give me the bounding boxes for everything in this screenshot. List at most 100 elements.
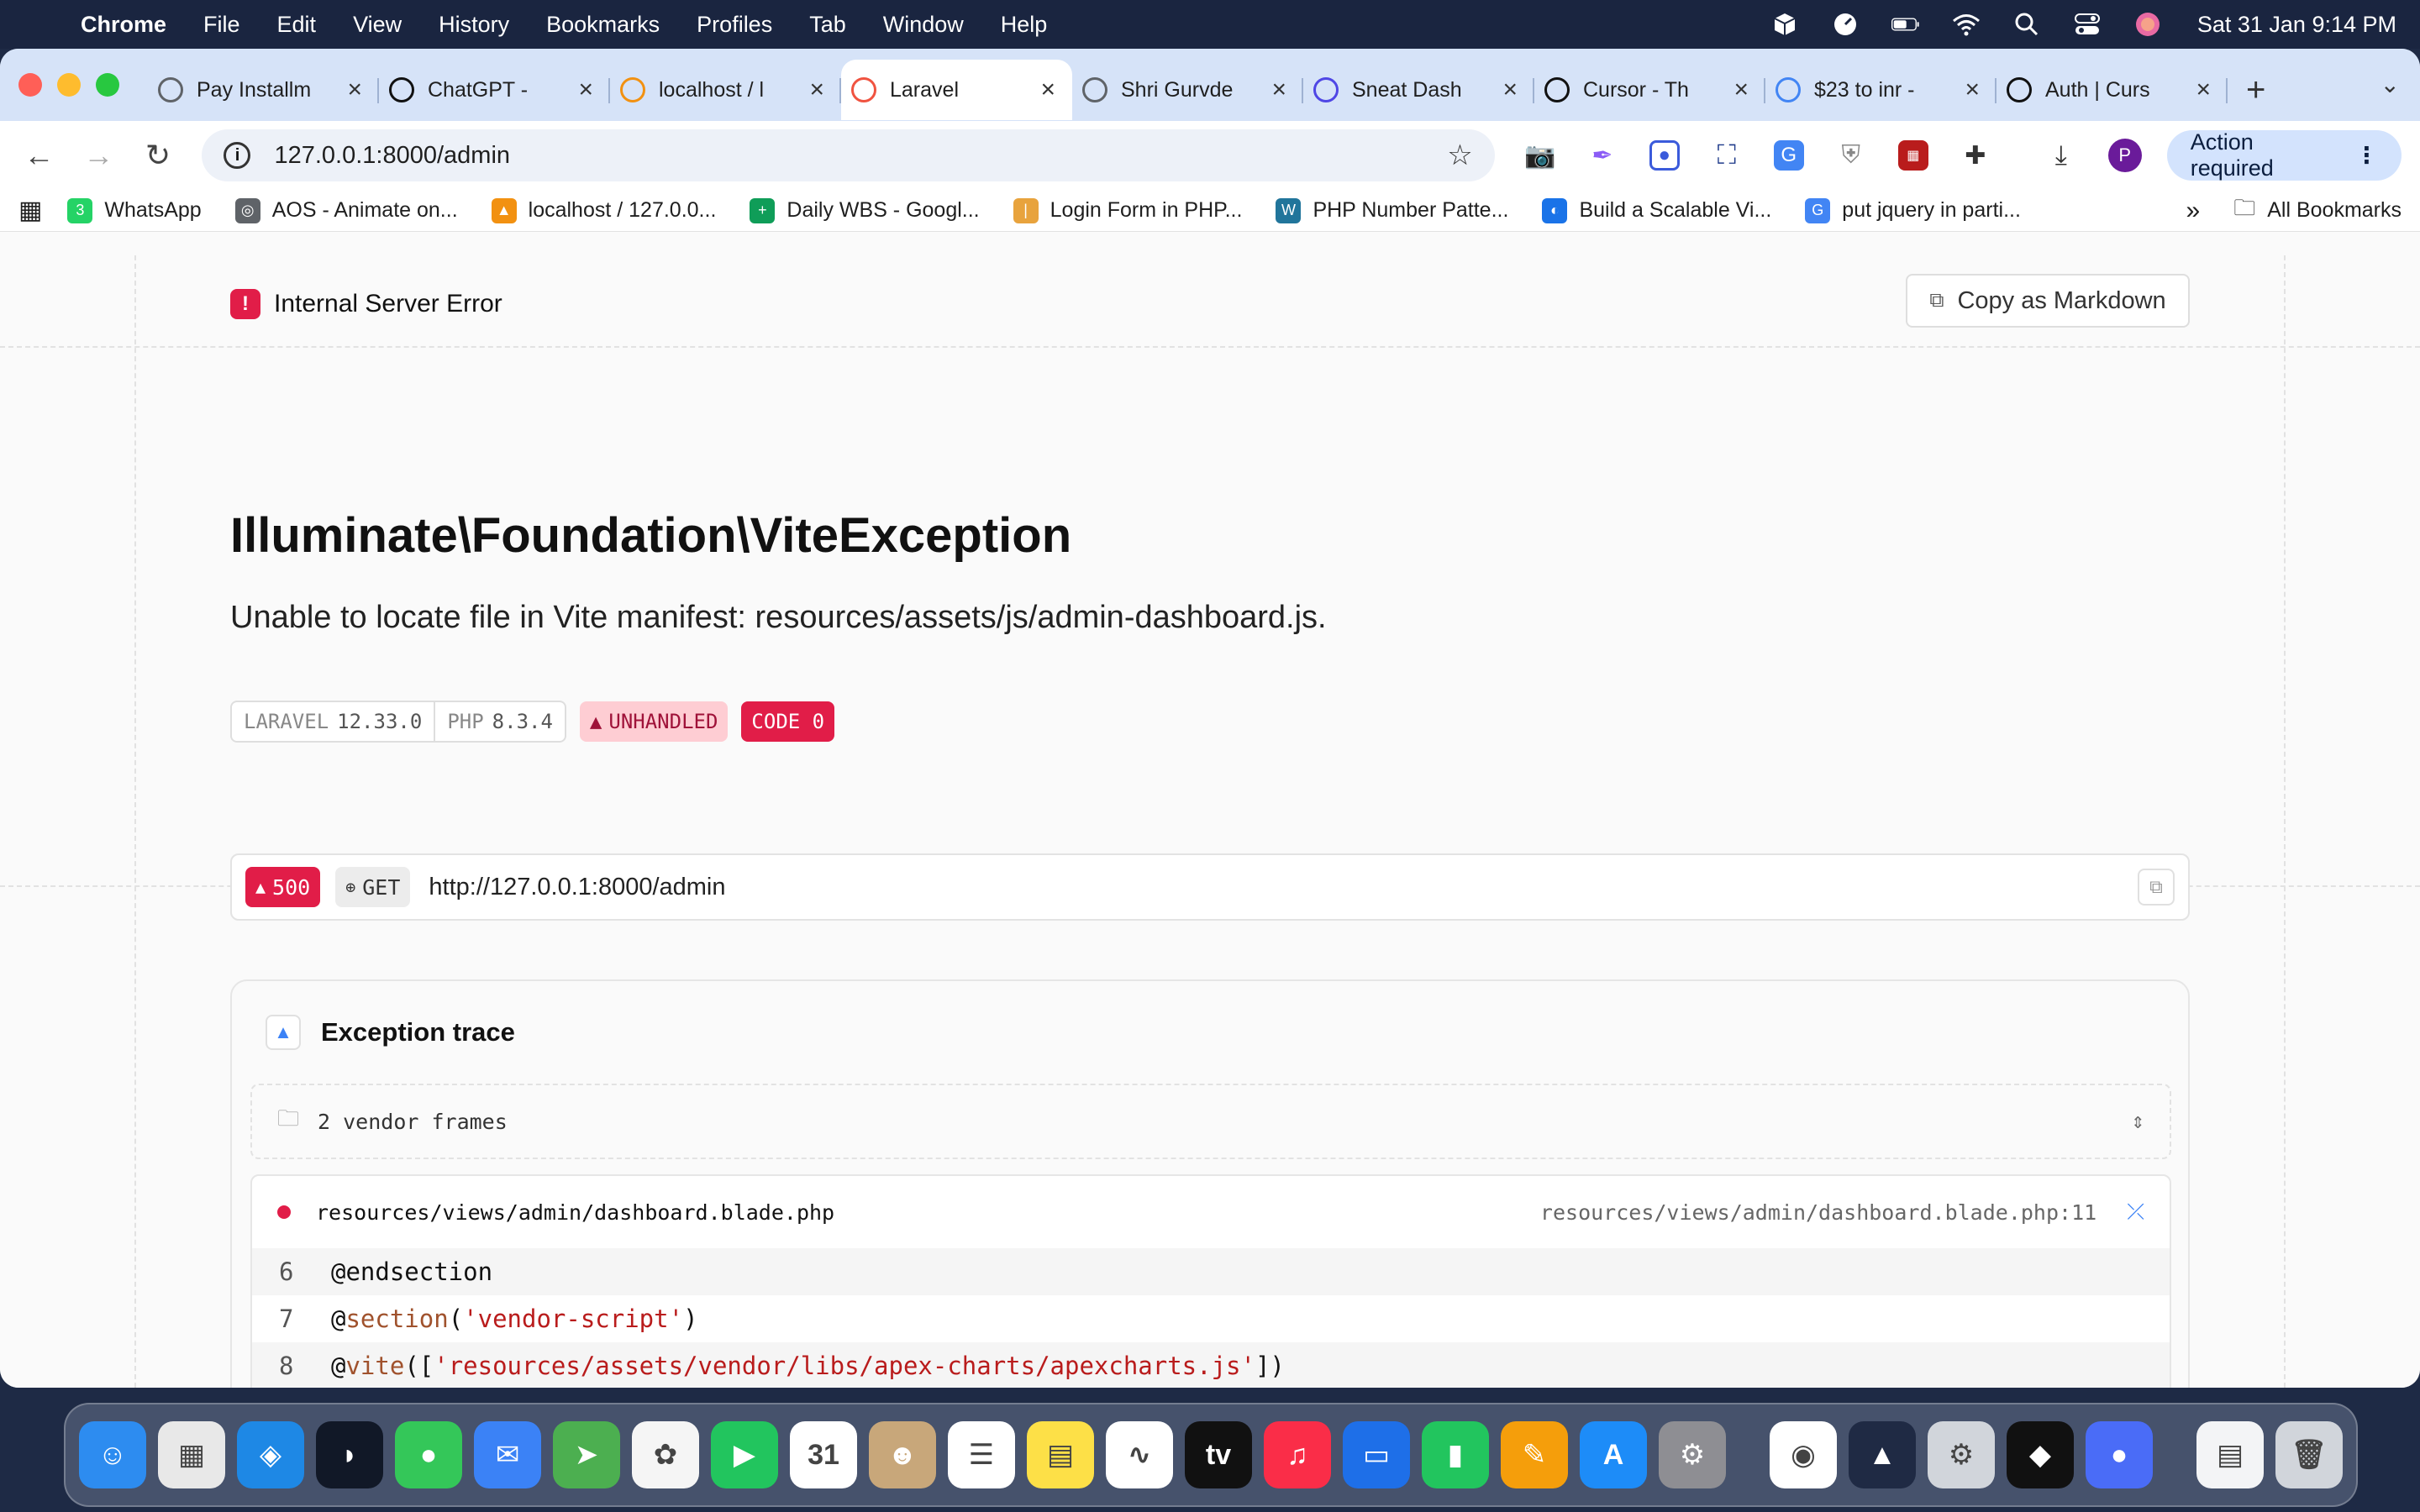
bookmark-star-icon[interactable]: ☆: [1447, 139, 1472, 172]
stack-frame-header[interactable]: resources/views/admin/dashboard.blade.ph…: [252, 1176, 2170, 1248]
back-button[interactable]: ←: [18, 138, 60, 173]
notes-icon[interactable]: ▤: [1027, 1421, 1094, 1488]
address-bar-url[interactable]: 127.0.0.1:8000/admin: [274, 142, 1447, 170]
new-tab-button[interactable]: +: [2246, 71, 2265, 109]
tab-close-icon[interactable]: ×: [809, 76, 824, 104]
tab-close-icon[interactable]: ×: [1965, 76, 1980, 104]
zoom-window-button[interactable]: [96, 73, 119, 97]
translate-extension-icon[interactable]: G: [1773, 140, 1804, 171]
tab-2[interactable]: localhost / l ×: [610, 60, 841, 120]
launchpad-icon[interactable]: ▦: [158, 1421, 225, 1488]
affinity-icon[interactable]: ▲: [1849, 1421, 1916, 1488]
tab-close-icon[interactable]: ×: [347, 76, 362, 104]
pen-extension-icon[interactable]: ✒: [1587, 140, 1618, 171]
music-icon[interactable]: ♫: [1264, 1421, 1331, 1488]
speedometer-icon[interactable]: [1831, 12, 1860, 37]
bookmark-item[interactable]: 3 WhatsApp: [67, 197, 202, 223]
profile-avatar[interactable]: P: [2107, 139, 2142, 172]
cursor-app-icon[interactable]: ◗: [316, 1421, 383, 1488]
tab-4[interactable]: Shri Gurvde ×: [1072, 60, 1303, 120]
menu-file[interactable]: File: [203, 12, 240, 38]
tab-5[interactable]: Sneat Dash ×: [1303, 60, 1534, 120]
utility-icon[interactable]: ⚙: [1928, 1421, 1995, 1488]
address-bar[interactable]: i 127.0.0.1:8000/admin ☆: [202, 129, 1495, 181]
tab-close-icon[interactable]: ×: [1271, 76, 1286, 104]
screenshot-extension-icon[interactable]: ⛶: [1712, 139, 1742, 171]
maps-icon[interactable]: ➤: [553, 1421, 620, 1488]
pages-icon[interactable]: ✎: [1501, 1421, 1568, 1488]
menu-history[interactable]: History: [439, 12, 509, 38]
contacts-icon[interactable]: ☻: [869, 1421, 936, 1488]
tab-3[interactable]: Laravel ×: [841, 60, 1072, 120]
forward-button[interactable]: →: [78, 138, 119, 173]
tab-0[interactable]: Pay Installm ×: [148, 60, 379, 120]
bookmark-item[interactable]: W PHP Number Patte...: [1276, 197, 1508, 223]
shield-extension-icon[interactable]: ⛨: [1836, 140, 1866, 171]
downloads-icon[interactable]: ⤓: [2046, 139, 2076, 171]
finder-icon[interactable]: ☺: [79, 1421, 146, 1488]
bookmark-item[interactable]: ◎ AOS - Animate on...: [234, 197, 458, 223]
site-info-icon[interactable]: i: [224, 142, 251, 169]
menu-help[interactable]: Help: [1001, 12, 1048, 38]
box-app-icon[interactable]: [1770, 12, 1799, 37]
menu-app-name[interactable]: Chrome: [81, 12, 166, 38]
menu-profiles[interactable]: Profiles: [697, 12, 772, 38]
chrome-icon[interactable]: ◉: [1770, 1421, 1837, 1488]
calendar-extension-icon[interactable]: ▦: [1897, 140, 1928, 171]
all-bookmarks-folder[interactable]: 🗀 All Bookmarks: [2233, 192, 2402, 229]
expand-chevron-icon[interactable]: ⇕: [2131, 1109, 2144, 1134]
tab-6[interactable]: Cursor - Th ×: [1534, 60, 1765, 120]
copy-as-markdown-button[interactable]: ⧉ Copy as Markdown: [1906, 274, 2190, 328]
keynote-icon[interactable]: ▭: [1343, 1421, 1410, 1488]
db-app-icon[interactable]: ●: [2086, 1421, 2153, 1488]
app-store-icon[interactable]: A: [1580, 1421, 1647, 1488]
siri-icon[interactable]: [2133, 12, 2162, 37]
battery-icon[interactable]: [1891, 12, 1920, 37]
bookmark-item[interactable]: Gput jquery in parti...: [1805, 197, 2021, 223]
menu-tab[interactable]: Tab: [809, 12, 846, 38]
tab-close-icon[interactable]: ×: [1040, 76, 1055, 104]
tab-search-chevron-icon[interactable]: ⌄: [2381, 71, 2400, 98]
tab-7[interactable]: $23 to inr - ×: [1765, 60, 1996, 120]
menu-view[interactable]: View: [353, 12, 402, 38]
cursor-editor-icon[interactable]: ◆: [2007, 1421, 2074, 1488]
tab-8[interactable]: Auth | Curs ×: [1996, 60, 2228, 120]
more-bookmarks-icon[interactable]: »: [2186, 197, 2201, 225]
calendar-icon[interactable]: 31: [790, 1421, 857, 1488]
collapse-chevron-icon[interactable]: ⤫: [2127, 1200, 2144, 1226]
bookmark-item[interactable]: | Login Form in PHP...: [1013, 197, 1242, 223]
wifi-icon[interactable]: [1952, 12, 1981, 37]
tab-close-icon[interactable]: ×: [1733, 76, 1749, 104]
more-menu-icon[interactable]: ⋮: [2355, 143, 2378, 169]
tab-close-icon[interactable]: ×: [2196, 76, 2211, 104]
tab-close-icon[interactable]: ×: [1502, 76, 1518, 104]
menu-bar-clock[interactable]: Sat 31 Jan 9:14 PM: [2197, 12, 2396, 38]
mail-icon[interactable]: ✉: [474, 1421, 541, 1488]
bookmark-item[interactable]: ▲ localhost / 127.0.0...: [491, 197, 716, 223]
document-icon[interactable]: ▤: [2196, 1421, 2264, 1488]
facetime-icon[interactable]: ▶: [711, 1421, 778, 1488]
screen-record-extension-icon[interactable]: ●: [1649, 140, 1680, 171]
freeform-icon[interactable]: ∿: [1106, 1421, 1173, 1488]
menu-window[interactable]: Window: [883, 12, 964, 38]
reload-button[interactable]: ↻: [138, 138, 179, 173]
copy-url-button[interactable]: ⧉: [2138, 869, 2175, 906]
messages-icon[interactable]: ●: [395, 1421, 462, 1488]
bookmark-item[interactable]: + Daily WBS - Googl...: [750, 197, 980, 223]
numbers-icon[interactable]: ▮: [1422, 1421, 1489, 1488]
spotlight-search-icon[interactable]: [2012, 12, 2041, 37]
bookmark-item[interactable]: ◐ Build a Scalable Vi...: [1542, 197, 1771, 223]
camera-extension-icon[interactable]: 📷: [1524, 140, 1555, 171]
menu-bookmarks[interactable]: Bookmarks: [546, 12, 660, 38]
photos-icon[interactable]: ✿: [632, 1421, 699, 1488]
extensions-puzzle-icon[interactable]: ✚: [1960, 140, 1991, 171]
action-required-button[interactable]: Action required ⋮: [2166, 129, 2402, 181]
control-center-icon[interactable]: [2073, 12, 2102, 37]
close-window-button[interactable]: [18, 73, 42, 97]
menu-edit[interactable]: Edit: [277, 12, 317, 38]
vendor-frames-toggle[interactable]: 🗀 2 vendor frames ⇕: [250, 1084, 2171, 1159]
reminders-icon[interactable]: ☰: [948, 1421, 1015, 1488]
minimize-window-button[interactable]: [57, 73, 81, 97]
system-settings-icon[interactable]: ⚙: [1659, 1421, 1726, 1488]
tv-icon[interactable]: tv: [1185, 1421, 1252, 1488]
